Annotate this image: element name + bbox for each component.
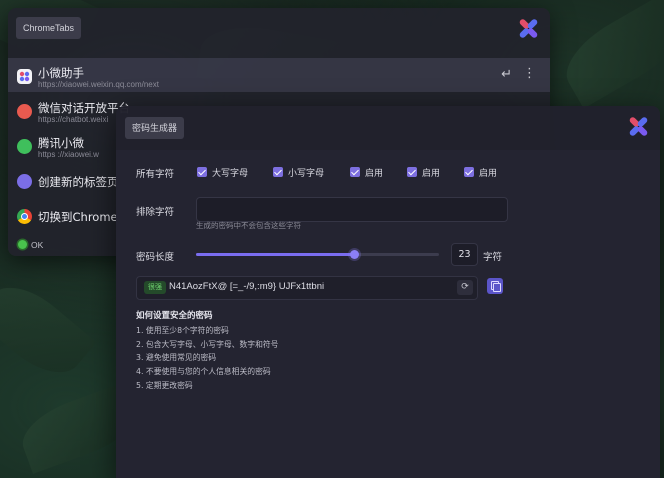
tip-item: 3. 避免使用常见的密码 (136, 353, 217, 363)
background-leaf (0, 271, 97, 389)
length-number-input[interactable]: 23 (451, 243, 478, 266)
extra-checkbox[interactable] (464, 167, 474, 177)
exclude-hint: 生成的密码中不会包含这些字符 (196, 221, 301, 230)
copy-icon[interactable] (487, 278, 503, 294)
length-label: 密码长度 (136, 252, 175, 263)
password-output: 很强 N41AozFtX@ [=_-/9,:m9} UJFx1ttbni ⟳ (136, 276, 478, 300)
lowercase-label: 小写字母 (288, 169, 325, 179)
tencent-xiaowei-icon (17, 139, 32, 154)
uppercase-label: 大写字母 (212, 169, 249, 179)
wechat-dialog-platform-icon (17, 104, 32, 119)
tip-item: 4. 不要使用与您的个人信息相关的密码 (136, 367, 271, 377)
password-generator-window: 密码生成器 所有字符 大写字母 小写字母 启用 启用 启用 排除字符 生成的密码… (116, 106, 660, 478)
app-logo-icon (518, 17, 540, 40)
strength-badge: 很强 (144, 281, 166, 294)
status-dot-icon (18, 240, 27, 249)
chrome-icon (17, 209, 32, 224)
status-text: OK (31, 240, 44, 250)
all-chars-label: 所有字符 (136, 169, 175, 180)
tips-title: 如何设置安全的密码 (136, 311, 213, 321)
extra-label: 启用 (479, 169, 498, 179)
tab-title: 小微助手 (38, 66, 84, 80)
uppercase-checkbox[interactable] (197, 167, 207, 177)
length-unit: 字符 (483, 252, 503, 263)
tab-url: https ://xiaowei.w (38, 150, 99, 159)
tab-item-xiaowei-assistant[interactable]: 小微助手 https://xiaowei.weixin.qq.com/next … (8, 58, 550, 92)
status-indicator: OK (18, 240, 43, 250)
window-title: 密码生成器 (125, 117, 185, 139)
tip-item: 1. 使用至少8个字符的密码 (136, 326, 229, 335)
exclude-chars-input[interactable] (196, 197, 508, 222)
slider-fill (196, 253, 354, 256)
enter-icon[interactable]: ↵ (501, 67, 512, 82)
new-tab-icon (17, 174, 32, 189)
tip-item: 5. 定期更改密码 (136, 380, 193, 390)
action-label: 创建新的标签页 (38, 175, 119, 189)
exclude-chars-label: 排除字符 (136, 207, 175, 218)
slider-thumb[interactable] (349, 250, 359, 259)
app-logo-icon (628, 115, 650, 138)
symbols-checkbox[interactable] (407, 167, 417, 177)
window-title: ChromeTabs (16, 17, 82, 39)
action-label: 切换到Chrome (38, 210, 118, 224)
more-options-icon[interactable]: ⋮ (523, 66, 536, 81)
background-leaf (553, 0, 664, 109)
symbols-label: 启用 (422, 169, 441, 179)
xiaowei-assistant-icon (17, 69, 32, 84)
generated-password[interactable]: N41AozFtX@ [=_-/9,:m9} UJFx1ttbni (169, 281, 324, 292)
tip-item: 2. 包含大写字母、小写字母、数字和符号 (136, 339, 279, 349)
lowercase-checkbox[interactable] (273, 167, 283, 177)
tab-title: 腾讯小微 (38, 136, 84, 150)
digits-label: 启用 (365, 169, 384, 179)
length-slider[interactable] (196, 250, 439, 259)
digits-checkbox[interactable] (350, 167, 360, 177)
tab-url: https://chatbot.weixi (38, 115, 109, 124)
refresh-icon[interactable]: ⟳ (457, 280, 473, 295)
tips-list: 1. 使用至少8个字符的密码 2. 包含大写字母、小写字母、数字和符号 3. 避… (136, 325, 278, 393)
tab-url: https://xiaowei.weixin.qq.com/next (38, 80, 159, 89)
